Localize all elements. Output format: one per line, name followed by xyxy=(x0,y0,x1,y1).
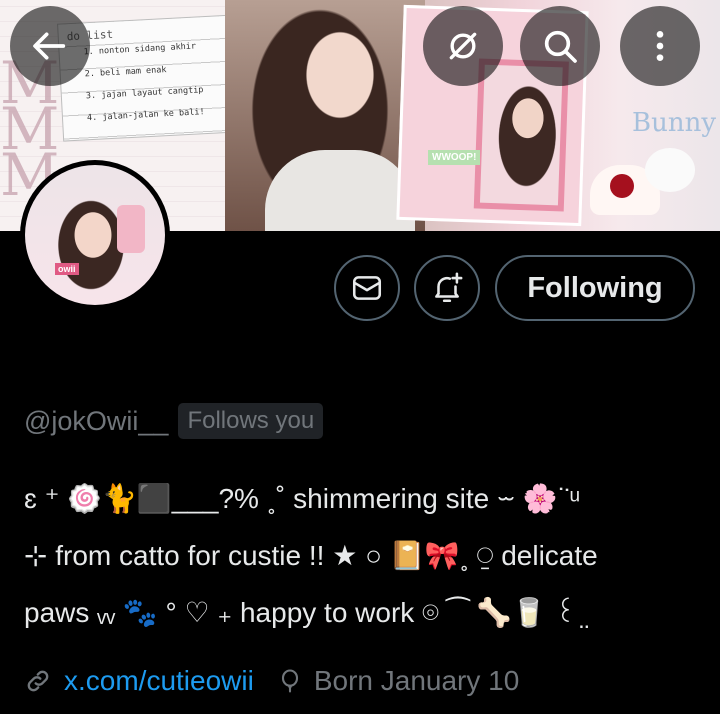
grok-button[interactable] xyxy=(423,6,503,86)
more-options-button[interactable] xyxy=(620,6,700,86)
banner-sticker-wwoop: WWOOP! xyxy=(428,150,481,165)
arrow-left-icon xyxy=(33,32,66,60)
grok-icon xyxy=(449,32,477,60)
avatar-sticker: owii xyxy=(55,263,79,275)
notifications-button[interactable] xyxy=(414,255,480,321)
profile-bio: ɛ ⁺ 🍥🐈⬛___?% ˳˚ shimmering site ⏖ 🌸˙̇ ͧ … xyxy=(24,470,714,641)
follows-you-badge: Follows you xyxy=(178,403,324,439)
banner-photo-main xyxy=(225,0,425,231)
profile-avatar[interactable]: owii xyxy=(20,160,170,310)
banner-photo-shirt xyxy=(265,150,415,231)
handle-row: @jokOwii__ Follows you xyxy=(24,402,324,440)
banner-bunny-text: Bunny xyxy=(632,108,717,138)
back-button[interactable] xyxy=(10,6,90,86)
bio-line: ɛ ⁺ 🍥🐈⬛___?% ˳˚ shimmering site ⏖ 🌸˙̇ ͧ xyxy=(24,483,575,514)
envelope-icon xyxy=(352,276,382,300)
following-button[interactable]: Following xyxy=(495,255,695,321)
bell-plus-icon xyxy=(435,272,463,303)
banner-rabbit xyxy=(645,148,695,192)
profile-handle: @jokOwii__ xyxy=(24,405,169,436)
website-link[interactable]: x.com/cutieowii xyxy=(64,665,254,697)
avatar-image: owii xyxy=(25,165,165,305)
more-vertical-icon xyxy=(656,31,664,61)
banner-cherry xyxy=(610,174,634,198)
profile-meta: x.com/cutieowii Born January 10 xyxy=(24,662,519,700)
link-icon xyxy=(27,670,49,692)
balloon-icon xyxy=(281,669,298,693)
search-button[interactable] xyxy=(520,6,600,86)
bio-line: ⊹ from catto for custie !! ★ ○ 📔🎀˳ ⍜ del… xyxy=(24,540,598,571)
search-icon xyxy=(544,30,577,63)
avatar-phone xyxy=(117,205,145,253)
bio-line: paws ᵥᵥ 🐾 ° ♡ ₊ happy to work ⌾ ⁀ 🦴🥛 ꒰ ̤ xyxy=(24,597,585,628)
birthday-text: Born January 10 xyxy=(313,665,520,696)
message-button[interactable] xyxy=(334,255,400,321)
